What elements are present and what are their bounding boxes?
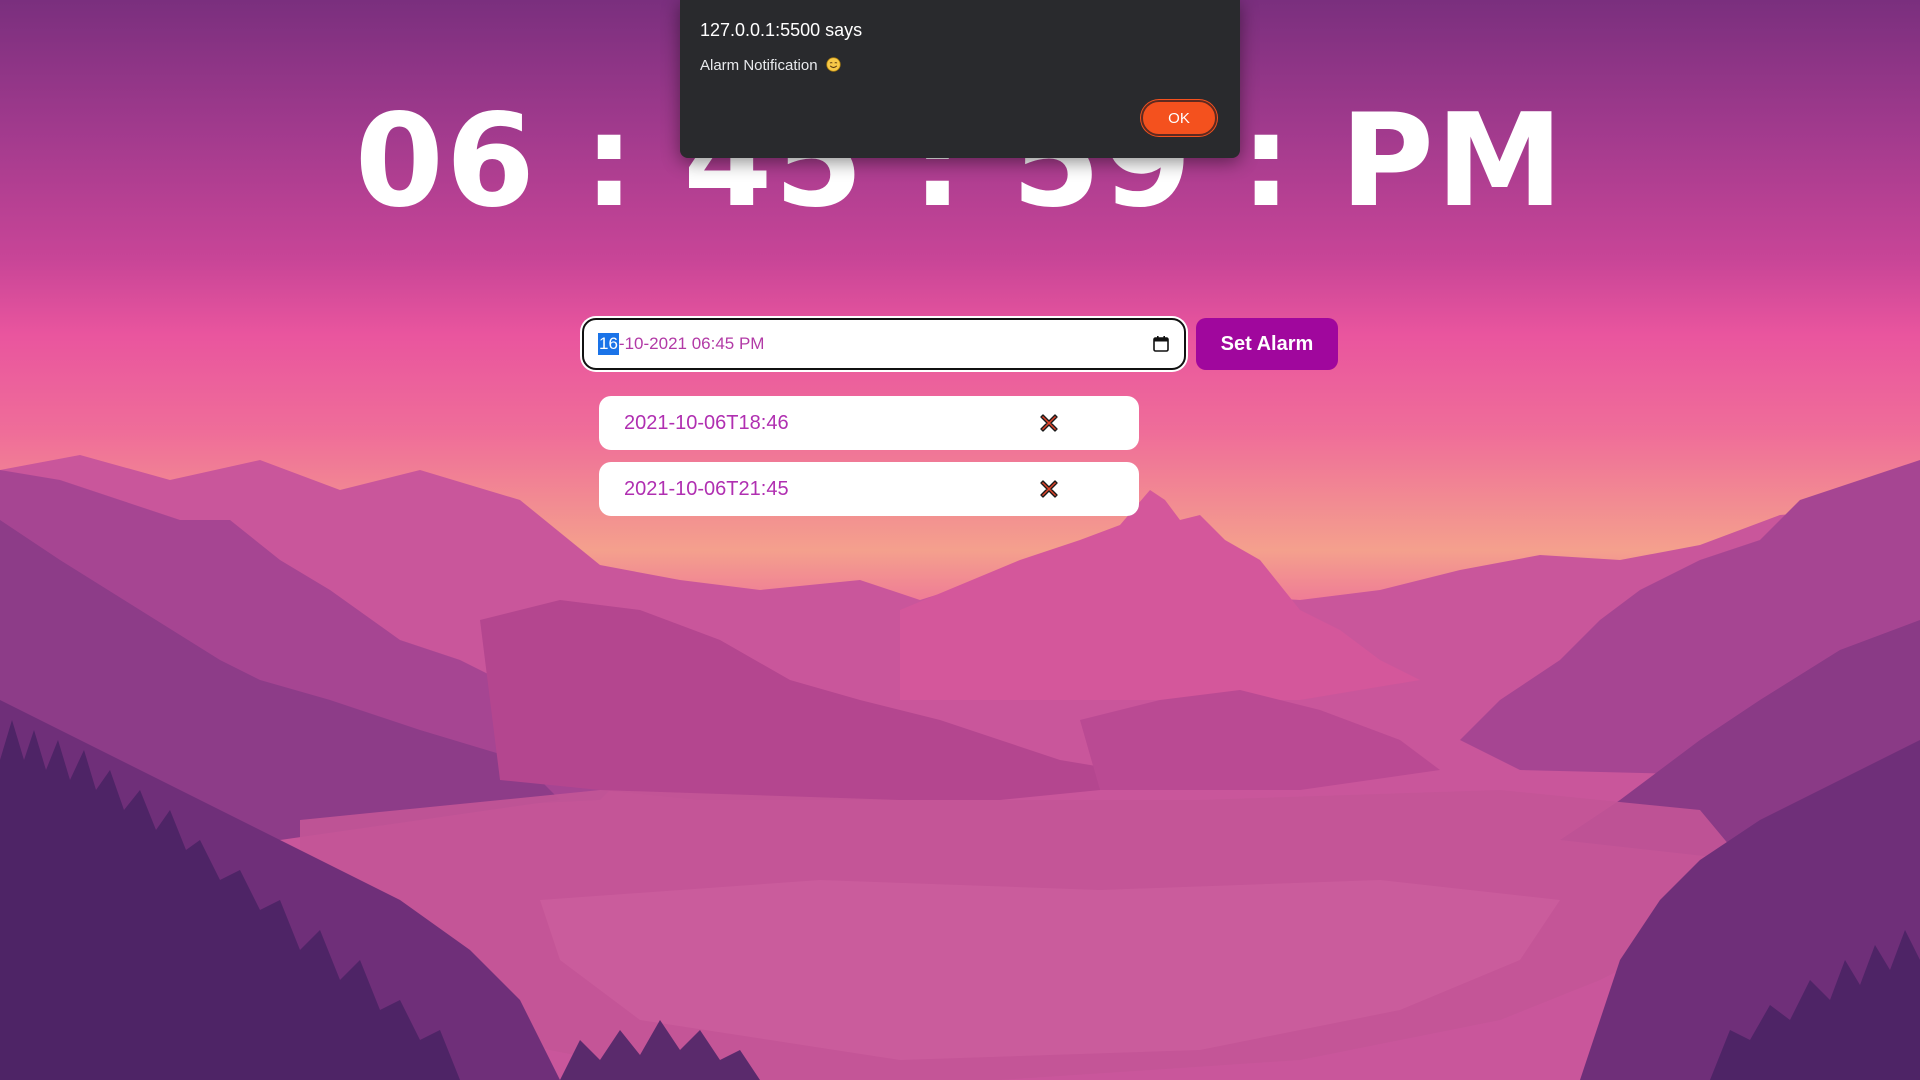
ok-button[interactable]: OK	[1141, 100, 1217, 136]
alarm-list-item: 2021-10-06T18:46	[599, 396, 1139, 450]
datetime-value-rest: -10-2021 06:45 PM	[618, 334, 765, 353]
alarm-time: 2021-10-06T21:45	[624, 477, 789, 500]
alarm-time: 2021-10-06T18:46	[624, 411, 789, 434]
dialog-title: 127.0.0.1:5500 says	[700, 20, 863, 40]
dialog-message: Alarm Notification	[700, 57, 841, 74]
datetime-input[interactable]: 16 -10-2021 06:45 PM	[582, 318, 1186, 370]
alert-dialog: 127.0.0.1:5500 says Alarm Notification O…	[680, 0, 1240, 158]
smiling-face-icon	[826, 57, 841, 72]
delete-x-icon[interactable]	[1036, 476, 1062, 502]
alarm-form: 16 -10-2021 06:45 PM Set Alarm	[582, 318, 1338, 370]
delete-x-icon[interactable]	[1036, 410, 1062, 436]
alarm-list: 2021-10-06T18:46 2021-10-06T21:45	[599, 396, 1139, 528]
calendar-icon[interactable]	[1152, 335, 1170, 353]
set-alarm-button[interactable]: Set Alarm	[1196, 318, 1338, 370]
alarm-list-item: 2021-10-06T21:45	[599, 462, 1139, 516]
dialog-message-text: Alarm Notification	[700, 57, 818, 74]
datetime-day-segment[interactable]: 16	[598, 333, 619, 355]
